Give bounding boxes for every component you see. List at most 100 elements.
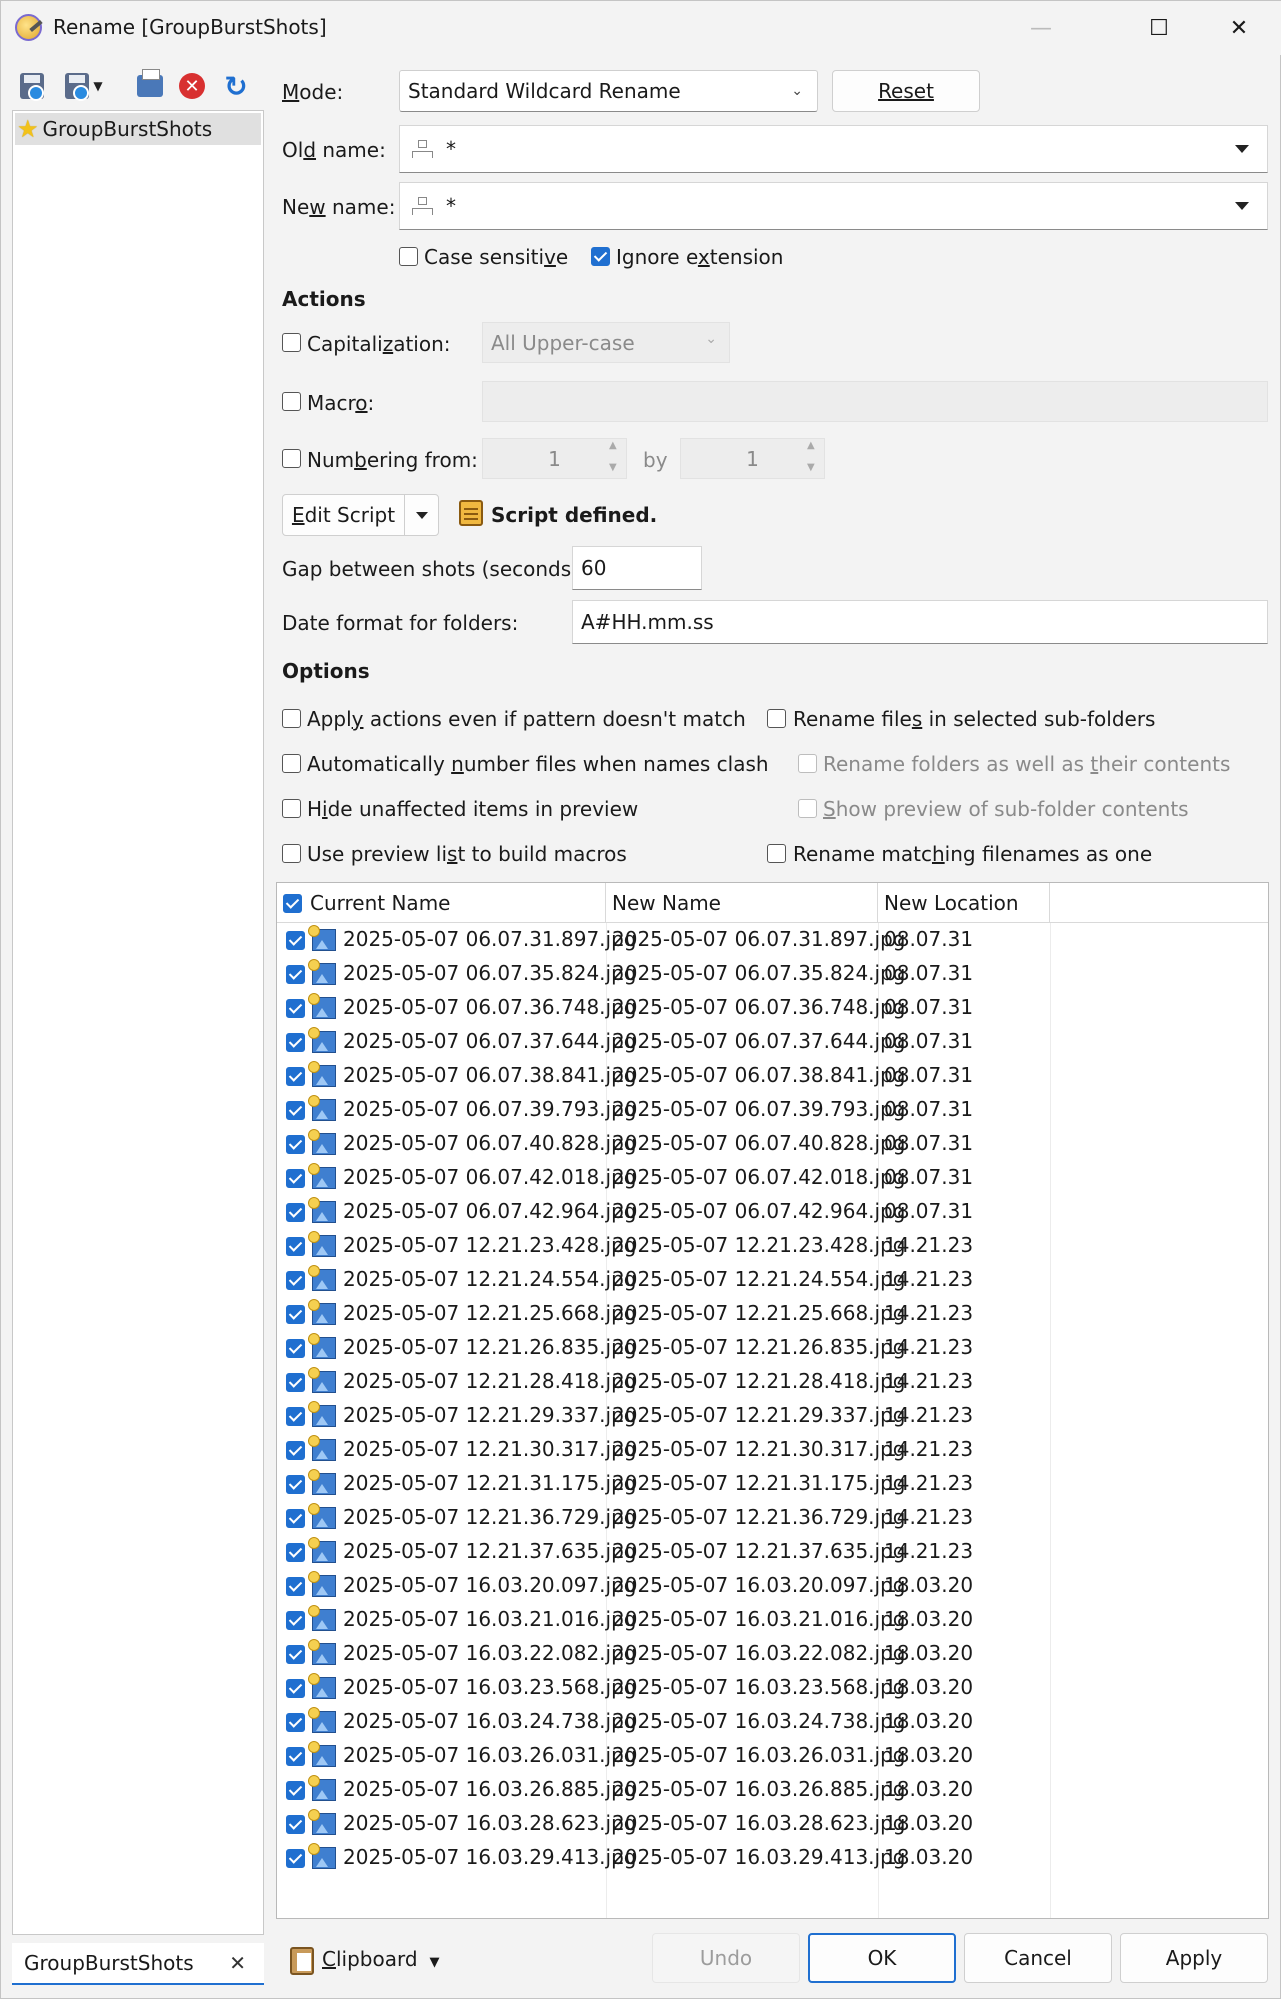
apply-button[interactable]: Apply bbox=[1120, 1933, 1268, 1983]
clipboard-button[interactable]: Clipboard ▼ bbox=[322, 1947, 440, 1971]
case-sensitive-checkbox[interactable] bbox=[399, 247, 418, 266]
table-row[interactable]: 2025-05-07 06.07.35.824.jpg 2025-05-07 06… bbox=[277, 958, 1268, 992]
column-current-name[interactable]: Current Name bbox=[277, 883, 606, 923]
edit-script-button[interactable]: Edit Script bbox=[283, 495, 405, 535]
dropdown-arrow-icon[interactable] bbox=[1235, 145, 1249, 153]
mode-select[interactable]: Standard Wildcard Rename ⌄ bbox=[399, 70, 818, 112]
table-row[interactable]: 2025-05-07 16.03.23.568.jpg 2025-05-07 16… bbox=[277, 1672, 1268, 1706]
column-new-name[interactable]: New Name bbox=[606, 883, 878, 923]
row-checkbox[interactable] bbox=[286, 1713, 305, 1732]
spin-up-icon[interactable]: ▲ bbox=[807, 440, 815, 451]
date-format-input[interactable]: A#HH.mm.ss bbox=[572, 600, 1268, 644]
clear-filter-icon[interactable]: ✕ bbox=[229, 1951, 246, 1975]
table-row[interactable]: 2025-05-07 12.21.25.668.jpg 2025-05-07 12… bbox=[277, 1298, 1268, 1332]
table-row[interactable]: 2025-05-07 06.07.38.841.jpg 2025-05-07 06… bbox=[277, 1060, 1268, 1094]
table-row[interactable]: 2025-05-07 16.03.29.413.jpg 2025-05-07 16… bbox=[277, 1842, 1268, 1876]
table-row[interactable]: 2025-05-07 16.03.26.885.jpg 2025-05-07 16… bbox=[277, 1774, 1268, 1808]
minimize-button[interactable]: — bbox=[1001, 1, 1081, 55]
row-checkbox[interactable] bbox=[286, 1815, 305, 1834]
capitalization-checkbox[interactable] bbox=[282, 333, 301, 352]
rename-subfolders-checkbox[interactable] bbox=[767, 709, 786, 728]
row-checkbox[interactable] bbox=[286, 1577, 305, 1596]
numbering-checkbox[interactable] bbox=[282, 449, 301, 468]
table-row[interactable]: 2025-05-07 16.03.22.082.jpg 2025-05-07 16… bbox=[277, 1638, 1268, 1672]
row-checkbox[interactable] bbox=[286, 1169, 305, 1188]
row-checkbox[interactable] bbox=[286, 1543, 305, 1562]
table-row[interactable]: 2025-05-07 12.21.37.635.jpg 2025-05-07 12… bbox=[277, 1536, 1268, 1570]
row-checkbox[interactable] bbox=[286, 1237, 305, 1256]
table-row[interactable]: 2025-05-07 06.07.42.964.jpg 2025-05-07 06… bbox=[277, 1196, 1268, 1230]
old-name-field[interactable]: * bbox=[399, 125, 1268, 173]
load-preset-button[interactable] bbox=[17, 69, 47, 103]
row-checkbox[interactable] bbox=[286, 1611, 305, 1630]
numbering-from-stepper[interactable]: 1 bbox=[482, 438, 627, 479]
table-row[interactable]: 2025-05-07 06.07.31.897.jpg 2025-05-07 06… bbox=[277, 924, 1268, 958]
numbering-by-stepper[interactable]: 1 bbox=[680, 438, 825, 479]
delete-preset-button[interactable]: ✕ bbox=[177, 69, 207, 103]
table-row[interactable]: 2025-05-07 12.21.29.337.jpg 2025-05-07 12… bbox=[277, 1400, 1268, 1434]
new-name-field[interactable]: * bbox=[399, 182, 1268, 230]
rename-matching-checkbox[interactable] bbox=[767, 844, 786, 863]
spin-down-icon[interactable]: ▼ bbox=[609, 462, 617, 473]
preset-filter-input[interactable] bbox=[12, 1951, 212, 1975]
table-row[interactable]: 2025-05-07 12.21.23.428.jpg 2025-05-07 12… bbox=[277, 1230, 1268, 1264]
row-checkbox[interactable] bbox=[286, 965, 305, 984]
table-row[interactable]: 2025-05-07 16.03.26.031.jpg 2025-05-07 16… bbox=[277, 1740, 1268, 1774]
select-all-checkbox[interactable] bbox=[283, 893, 302, 913]
spin-down-icon[interactable]: ▼ bbox=[807, 462, 815, 473]
row-checkbox[interactable] bbox=[286, 1747, 305, 1766]
row-checkbox[interactable] bbox=[286, 1339, 305, 1358]
dropdown-arrow-icon[interactable] bbox=[1235, 202, 1249, 210]
row-checkbox[interactable] bbox=[286, 1135, 305, 1154]
row-checkbox[interactable] bbox=[286, 1067, 305, 1086]
row-checkbox[interactable] bbox=[286, 1645, 305, 1664]
table-row[interactable]: 2025-05-07 06.07.42.018.jpg 2025-05-07 06… bbox=[277, 1162, 1268, 1196]
row-checkbox[interactable] bbox=[286, 1305, 305, 1324]
macro-checkbox[interactable] bbox=[282, 392, 301, 411]
row-checkbox[interactable] bbox=[286, 1441, 305, 1460]
table-row[interactable]: 2025-05-07 16.03.20.097.jpg 2025-05-07 16… bbox=[277, 1570, 1268, 1604]
row-checkbox[interactable] bbox=[286, 1849, 305, 1868]
column-new-location[interactable]: New Location bbox=[878, 883, 1050, 923]
hide-unaffected-checkbox[interactable] bbox=[282, 799, 301, 818]
table-row[interactable]: 2025-05-07 12.21.36.729.jpg 2025-05-07 12… bbox=[277, 1502, 1268, 1536]
row-checkbox[interactable] bbox=[286, 1407, 305, 1426]
row-checkbox[interactable] bbox=[286, 1101, 305, 1120]
cancel-button[interactable]: Cancel bbox=[964, 1933, 1112, 1983]
preview-list[interactable]: Current Name New Name New Location 2025-… bbox=[276, 882, 1269, 1919]
revert-button[interactable]: ↻ bbox=[221, 69, 251, 103]
ignore-extension-checkbox[interactable] bbox=[591, 247, 610, 266]
gap-input[interactable]: 60 bbox=[572, 546, 702, 590]
row-checkbox[interactable] bbox=[286, 1509, 305, 1528]
table-row[interactable]: 2025-05-07 16.03.24.738.jpg 2025-05-07 16… bbox=[277, 1706, 1268, 1740]
table-row[interactable]: 2025-05-07 12.21.31.175.jpg 2025-05-07 12… bbox=[277, 1468, 1268, 1502]
row-checkbox[interactable] bbox=[286, 999, 305, 1018]
edit-script-dropdown[interactable] bbox=[406, 495, 438, 535]
row-checkbox[interactable] bbox=[286, 1475, 305, 1494]
print-button[interactable] bbox=[135, 69, 165, 103]
row-checkbox[interactable] bbox=[286, 1271, 305, 1290]
row-checkbox[interactable] bbox=[286, 1781, 305, 1800]
row-checkbox[interactable] bbox=[286, 1679, 305, 1698]
row-checkbox[interactable] bbox=[286, 1373, 305, 1392]
maximize-button[interactable]: ☐ bbox=[1119, 1, 1199, 55]
table-row[interactable]: 2025-05-07 06.07.36.748.jpg 2025-05-07 06… bbox=[277, 992, 1268, 1026]
row-checkbox[interactable] bbox=[286, 1033, 305, 1052]
undo-button[interactable]: Undo bbox=[652, 1933, 800, 1983]
ok-button[interactable]: OK bbox=[808, 1933, 956, 1983]
macro-input[interactable] bbox=[482, 381, 1268, 422]
close-button[interactable]: ✕ bbox=[1199, 1, 1279, 55]
reset-button[interactable]: Reset bbox=[832, 70, 980, 112]
table-row[interactable]: 2025-05-07 12.21.26.835.jpg 2025-05-07 12… bbox=[277, 1332, 1268, 1366]
row-checkbox[interactable] bbox=[286, 931, 305, 950]
row-checkbox[interactable] bbox=[286, 1203, 305, 1222]
table-row[interactable]: 2025-05-07 16.03.28.623.jpg 2025-05-07 16… bbox=[277, 1808, 1268, 1842]
auto-number-checkbox[interactable] bbox=[282, 754, 301, 773]
capitalization-select[interactable]: All Upper-case ⌄ bbox=[482, 322, 730, 363]
table-row[interactable]: 2025-05-07 06.07.39.793.jpg 2025-05-07 06… bbox=[277, 1094, 1268, 1128]
rename-folders-checkbox[interactable] bbox=[798, 754, 817, 773]
apply-even-if-no-match-checkbox[interactable] bbox=[282, 709, 301, 728]
preset-item[interactable]: ★ GroupBurstShots bbox=[15, 113, 261, 145]
table-row[interactable]: 2025-05-07 16.03.21.016.jpg 2025-05-07 16… bbox=[277, 1604, 1268, 1638]
table-row[interactable]: 2025-05-07 06.07.40.828.jpg 2025-05-07 06… bbox=[277, 1128, 1268, 1162]
